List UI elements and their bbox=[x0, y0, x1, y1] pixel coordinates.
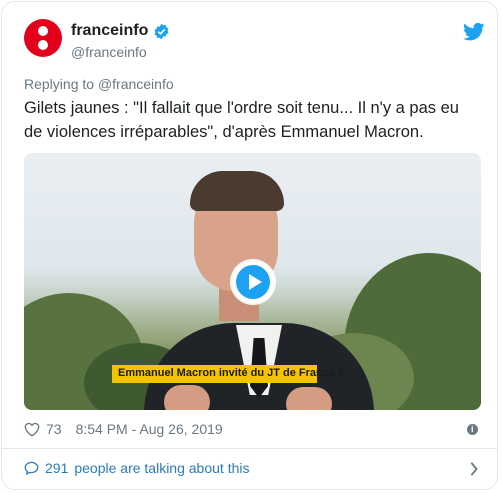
reply-handle-link[interactable]: @franceinfo bbox=[98, 76, 174, 92]
tweet-card: franceinfo @franceinfo Replying to @fran… bbox=[1, 1, 498, 490]
play-icon bbox=[249, 274, 262, 290]
account-name-row: franceinfo bbox=[71, 22, 170, 40]
video-player[interactable]: Emmanuel Macron invité du JT de France 2 bbox=[24, 153, 481, 410]
tweet-timestamp[interactable]: 8:54 PM - Aug 26, 2019 bbox=[76, 421, 223, 437]
account-handle[interactable]: @franceinfo bbox=[71, 44, 147, 60]
verified-badge-icon bbox=[154, 23, 169, 39]
chevron-right-icon[interactable] bbox=[469, 462, 479, 476]
conversation-count: 291 bbox=[45, 460, 69, 476]
divider bbox=[2, 448, 497, 449]
conversation-label: people are talking about this bbox=[74, 460, 250, 476]
tweet-text: Gilets jaunes : "Il fallait que l'ordre … bbox=[24, 99, 459, 141]
speaker-hair bbox=[190, 171, 284, 211]
video-caption: Emmanuel Macron invité du JT de France 2 bbox=[118, 367, 345, 379]
reply-prefix: Replying to bbox=[24, 76, 95, 92]
conversation-link[interactable]: 291 people are talking about this bbox=[24, 460, 249, 476]
play-button[interactable] bbox=[232, 261, 274, 303]
speaker-hand-right bbox=[286, 387, 332, 410]
like-count[interactable]: 73 bbox=[46, 421, 62, 437]
speaker-hand-left bbox=[164, 385, 210, 410]
speech-bubble-icon bbox=[24, 461, 39, 475]
video-caption-banner: Emmanuel Macron invité du JT de France 2 bbox=[112, 365, 344, 383]
info-icon[interactable] bbox=[467, 424, 478, 435]
reply-context: Replying to @franceinfo bbox=[24, 76, 174, 92]
play-button-circle bbox=[236, 265, 270, 299]
avatar-dot-bottom bbox=[38, 40, 48, 50]
tweet-meta: 73 8:54 PM - Aug 26, 2019 bbox=[24, 421, 223, 437]
avatar[interactable] bbox=[24, 19, 62, 57]
heart-icon[interactable] bbox=[24, 422, 40, 437]
avatar-dot-top bbox=[38, 26, 48, 36]
account-name[interactable]: franceinfo bbox=[71, 22, 148, 40]
twitter-bird-icon[interactable] bbox=[463, 22, 485, 42]
